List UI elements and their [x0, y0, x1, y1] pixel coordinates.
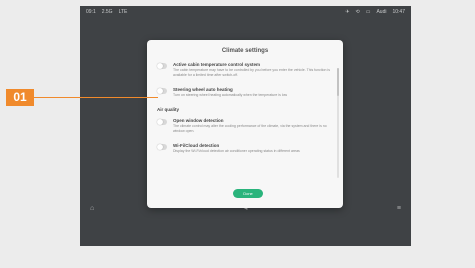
climate-settings-dialog: Climate settings Active cabin temperatur…	[147, 40, 343, 208]
option-description: The cabin temperature may have to be con…	[173, 68, 330, 77]
status-item: 2.5G	[101, 9, 113, 15]
clock: 10:47	[392, 9, 405, 15]
status-item: 09:1	[86, 9, 96, 15]
option-description: Turn on steering wheel heating automatic…	[173, 93, 288, 97]
status-right: ✈ ⟲ ▭ Audi 10:47	[345, 9, 405, 15]
window-icon: ▭	[365, 9, 371, 15]
menu-icon[interactable]: ≡	[397, 205, 401, 212]
status-item: LTE	[118, 9, 128, 15]
home-icon[interactable]: ⌂	[90, 205, 94, 212]
option-description: The climate control may alter the coolin…	[173, 124, 327, 133]
toggle-switch[interactable]	[157, 144, 167, 150]
status-bar: 09:1 2.5G LTE ✈ ⟲ ▭ Audi 10:47	[80, 6, 411, 18]
option-active-cabin-temp: Active cabin temperature control system …	[157, 62, 333, 78]
sync-icon: ⟲	[355, 9, 360, 15]
scrollbar[interactable]	[337, 68, 339, 178]
car-display-screen: 09:1 2.5G LTE ✈ ⟲ ▭ Audi 10:47 ⌂ ◂ ≡ Cli…	[80, 6, 411, 246]
scrollbar-thumb[interactable]	[337, 68, 339, 96]
option-description: Display the Wi-Fi/cloud detection air co…	[173, 149, 300, 153]
callout-line	[34, 97, 158, 98]
option-steering-wheel-heating: Steering wheel auto heating Turn on stee…	[157, 87, 333, 98]
dialog-title: Climate settings	[221, 48, 269, 54]
option-wifi-cloud-detection: Wi-Fi/Cloud detection Display the Wi-Fi/…	[157, 143, 333, 154]
section-label: Air quality	[157, 107, 180, 112]
user-name: Audi	[376, 9, 387, 15]
callout-marker: 01	[6, 89, 34, 106]
toggle-switch[interactable]	[157, 63, 167, 69]
done-button[interactable]: Done	[233, 189, 263, 198]
toggle-switch[interactable]	[157, 88, 167, 94]
option-open-window-detection: Open window detection The climate contro…	[157, 118, 333, 134]
airplane-icon: ✈	[345, 9, 350, 15]
toggle-switch[interactable]	[157, 119, 167, 125]
